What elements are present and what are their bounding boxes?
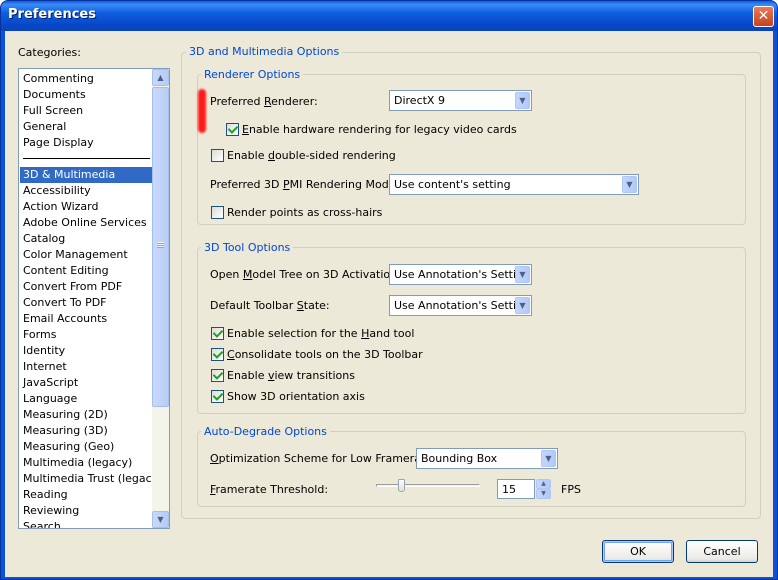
- list-item[interactable]: Reading: [20, 487, 152, 503]
- hand-tool-label: Enable selection for the Hand tool: [227, 327, 415, 340]
- list-item[interactable]: Internet: [20, 359, 152, 375]
- list-item[interactable]: Identity: [20, 343, 152, 359]
- list-item[interactable]: 3D & Multimedia: [20, 167, 152, 183]
- categories-list-items: Commenting Documents Full Screen General Pag…: [20, 71, 162, 528]
- toolbar-state-value: Use Annotation's Setting: [394, 299, 531, 312]
- preferences-window: Preferences ✕ Categories: Commenting Docu…: [0, 0, 778, 580]
- framerate-threshold-value: 15: [502, 483, 516, 496]
- list-item[interactable]: Page Display: [20, 135, 152, 151]
- ok-button[interactable]: OK: [602, 540, 674, 563]
- framerate-slider-track[interactable]: [376, 484, 480, 487]
- list-item[interactable]: Forms: [20, 327, 152, 343]
- list-scrollbar[interactable]: ▲ ▼: [152, 69, 169, 528]
- categories-label: Categories:: [18, 46, 81, 59]
- crosshairs-label: Render points as cross-hairs: [227, 206, 383, 219]
- model-tree-select[interactable]: Use Annotation's Setting ▼: [389, 264, 532, 285]
- list-item[interactable]: Adobe Online Services: [20, 215, 152, 231]
- model-tree-label: Open Model Tree on 3D Activation:: [210, 268, 401, 281]
- orientation-axis-label: Show 3D orientation axis: [227, 390, 365, 403]
- crosshairs-checkbox[interactable]: [211, 206, 224, 219]
- scroll-up-arrow-icon[interactable]: ▲: [152, 69, 169, 86]
- double-sided-checkbox[interactable]: [211, 149, 224, 162]
- dropdown-arrow-icon[interactable]: ▼: [515, 297, 530, 314]
- scroll-thumb[interactable]: [152, 87, 169, 407]
- list-item[interactable]: JavaScript: [20, 375, 152, 391]
- list-item[interactable]: Content Editing: [20, 263, 152, 279]
- consolidate-tools-checkbox[interactable]: [211, 348, 224, 361]
- optimization-scheme-value: Bounding Box: [421, 452, 498, 465]
- orientation-axis-checkbox[interactable]: [211, 390, 224, 403]
- categories-list[interactable]: Commenting Documents Full Screen General Pag…: [18, 68, 170, 529]
- dropdown-arrow-icon[interactable]: ▼: [515, 266, 530, 283]
- list-item[interactable]: Multimedia (legacy): [20, 455, 152, 471]
- list-item[interactable]: Multimedia Trust (legacy): [20, 471, 162, 487]
- toolbar-state-label: Default Toolbar State:: [210, 299, 330, 312]
- pmi-mode-label: Preferred 3D PMI Rendering Mode:: [210, 178, 400, 191]
- list-item[interactable]: Measuring (3D): [20, 423, 152, 439]
- hand-tool-checkbox[interactable]: [211, 327, 224, 340]
- spin-up-arrow-icon[interactable]: ▲: [536, 479, 551, 489]
- framerate-threshold-label: Framerate Threshold:: [210, 483, 329, 496]
- annotation-mark: [198, 89, 206, 133]
- list-item[interactable]: Convert From PDF: [20, 279, 152, 295]
- preferred-renderer-select[interactable]: DirectX 9 ▼: [389, 90, 532, 111]
- multimedia-options-title: 3D and Multimedia Options: [186, 45, 343, 58]
- list-item[interactable]: General: [20, 119, 152, 135]
- optimization-scheme-select[interactable]: Bounding Box ▼: [416, 448, 558, 469]
- list-item[interactable]: Language: [20, 391, 152, 407]
- double-sided-label: Enable double-sided rendering: [227, 149, 396, 162]
- spin-down-arrow-icon[interactable]: ▼: [536, 489, 551, 499]
- dialog-client-area: Categories: Commenting Documents Full Scre…: [5, 31, 773, 577]
- view-transitions-label: Enable view transitions: [227, 369, 355, 382]
- scroll-grip: [157, 242, 164, 248]
- list-item[interactable]: Action Wizard: [20, 199, 152, 215]
- pmi-mode-value: Use content's setting: [394, 178, 511, 191]
- list-item[interactable]: Commenting: [20, 71, 152, 87]
- cancel-button[interactable]: Cancel: [686, 540, 758, 563]
- model-tree-value: Use Annotation's Setting: [394, 268, 531, 281]
- toolbar-state-select[interactable]: Use Annotation's Setting ▼: [389, 295, 532, 316]
- dropdown-arrow-icon[interactable]: ▼: [541, 450, 556, 467]
- list-item[interactable]: Measuring (2D): [20, 407, 152, 423]
- pmi-mode-select[interactable]: Use content's setting ▼: [389, 174, 639, 195]
- view-transitions-checkbox[interactable]: [211, 369, 224, 382]
- list-item[interactable]: Search: [20, 519, 152, 528]
- consolidate-tools-label: Consolidate tools on the 3D Toolbar: [227, 348, 423, 361]
- list-item[interactable]: Convert To PDF: [20, 295, 152, 311]
- preferred-renderer-label: Preferred Renderer:: [210, 95, 318, 108]
- close-icon[interactable]: ✕: [753, 6, 774, 27]
- auto-degrade-title: Auto-Degrade Options: [201, 425, 330, 438]
- list-item[interactable]: Catalog: [20, 231, 152, 247]
- fps-unit-label: FPS: [561, 483, 581, 496]
- list-item[interactable]: Full Screen: [20, 103, 152, 119]
- optimization-scheme-label: Optimization Scheme for Low Framerate:: [210, 452, 436, 465]
- preferred-renderer-value: DirectX 9: [394, 94, 445, 107]
- list-item[interactable]: Reviewing: [20, 503, 152, 519]
- list-item[interactable]: Color Management: [20, 247, 152, 263]
- list-separator: [20, 151, 152, 167]
- hw-rendering-label: Enable hardware rendering for legacy vid…: [242, 123, 517, 136]
- window-title: Preferences: [8, 7, 96, 22]
- scroll-down-arrow-icon[interactable]: ▼: [152, 511, 169, 528]
- list-item[interactable]: Accessibility: [20, 183, 152, 199]
- renderer-options-title: Renderer Options: [201, 68, 304, 81]
- dropdown-arrow-icon[interactable]: ▼: [622, 176, 637, 193]
- hw-rendering-checkbox[interactable]: [226, 123, 239, 136]
- dropdown-arrow-icon[interactable]: ▼: [515, 92, 530, 109]
- framerate-slider-thumb[interactable]: [398, 479, 405, 492]
- list-item[interactable]: Documents: [20, 87, 152, 103]
- tool-options-title: 3D Tool Options: [201, 241, 294, 254]
- list-item[interactable]: Email Accounts: [20, 311, 152, 327]
- framerate-threshold-input[interactable]: 15: [497, 479, 535, 499]
- list-item[interactable]: Measuring (Geo): [20, 439, 152, 455]
- title-bar[interactable]: Preferences ✕: [1, 1, 777, 31]
